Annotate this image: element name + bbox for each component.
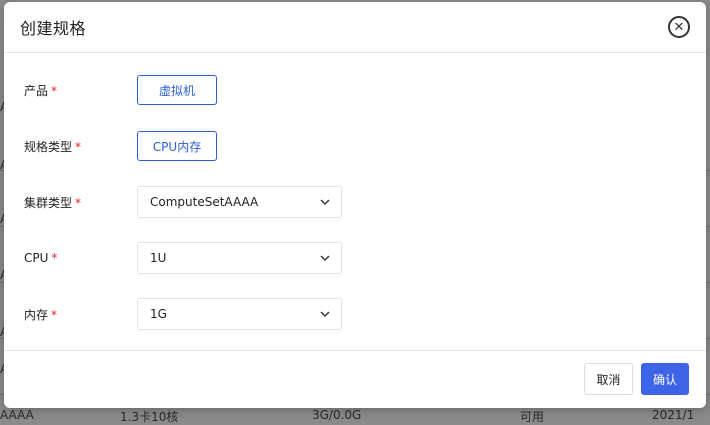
cpu-select[interactable]: 1U [137, 242, 342, 274]
chevron-down-icon [320, 199, 330, 205]
cancel-button[interactable]: 取消 [584, 363, 633, 395]
required-mark: * [51, 83, 58, 98]
form-row-memory: 内存 * 1G [24, 298, 706, 330]
close-icon[interactable]: ✕ [668, 16, 690, 38]
cpu-label-text: CPU [24, 251, 49, 265]
cluster-type-select[interactable]: ComputeSetAAAA [137, 186, 342, 218]
product-label: 产品 * [24, 82, 137, 99]
required-mark: * [51, 307, 58, 322]
form-row-cpu: CPU * 1U [24, 242, 706, 274]
spec-type-label-text: 规格类型 [24, 139, 73, 154]
spec-type-option-cpu-memory[interactable]: CPU内存 [137, 131, 217, 161]
create-spec-dialog: 创建规格 ✕ 产品 * 虚拟机 规格类型 * CPU内存 集群类型 * Compute… [4, 2, 706, 408]
background-cell-fragment: 2021/1 [652, 408, 695, 422]
required-mark: * [75, 139, 82, 154]
cluster-type-label-text: 集群类型 [24, 195, 73, 210]
cpu-label: CPU * [24, 251, 137, 265]
memory-value: 1G [150, 307, 167, 321]
memory-label-text: 内存 [24, 307, 49, 322]
memory-select[interactable]: 1G [137, 298, 342, 330]
required-mark: * [51, 251, 58, 265]
spec-type-label: 规格类型 * [24, 138, 137, 155]
background-cell-fragment: 3G/0.0G [312, 408, 362, 422]
required-mark: * [75, 195, 82, 210]
dialog-footer: 取消 确认 [4, 351, 706, 408]
product-label-text: 产品 [24, 83, 49, 98]
cluster-type-value: ComputeSetAAAA [150, 195, 259, 209]
chevron-down-icon [320, 311, 330, 317]
form-row-product: 产品 * 虚拟机 [24, 75, 706, 105]
form-row-cluster-type: 集群类型 * ComputeSetAAAA [24, 186, 706, 218]
background-cell-fragment: 1.3卡10核 [120, 410, 179, 424]
dialog-title: 创建规格 [20, 19, 87, 38]
form-row-spec-type: 规格类型 * CPU内存 [24, 131, 706, 161]
product-option-vm[interactable]: 虚拟机 [137, 75, 217, 105]
background-cell-fragment: 可用 [520, 410, 545, 424]
confirm-button[interactable]: 确认 [641, 363, 689, 395]
dialog-header: 创建规格 ✕ [4, 2, 706, 53]
chevron-down-icon [320, 255, 330, 261]
spec-form: 产品 * 虚拟机 规格类型 * CPU内存 集群类型 * ComputeSetAAAA… [4, 53, 706, 351]
cluster-type-label: 集群类型 * [24, 194, 137, 211]
background-cell-fragment: AAAA [0, 408, 34, 422]
cpu-value: 1U [150, 251, 167, 265]
memory-label: 内存 * [24, 306, 137, 323]
